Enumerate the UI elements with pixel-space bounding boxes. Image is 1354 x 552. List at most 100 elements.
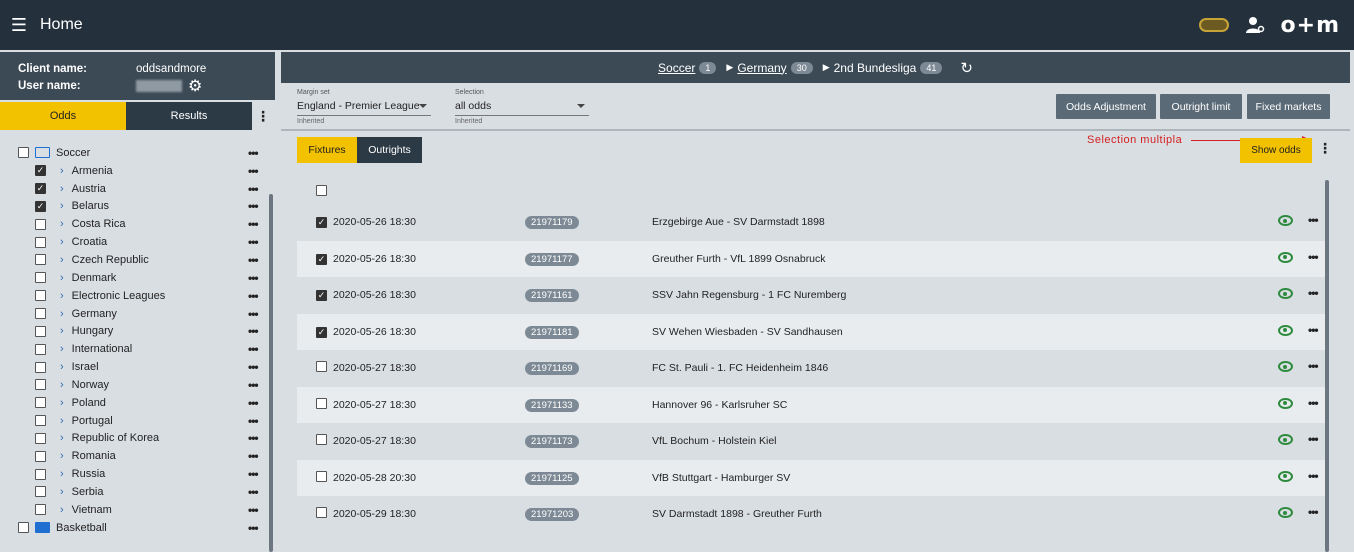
more-icon[interactable]: ••• — [248, 431, 259, 445]
more-icon[interactable]: ••• — [1308, 250, 1319, 264]
table-row[interactable]: ✓ 2020-05-26 18:30 21971181 SV Wehen Wiesba… — [297, 313, 1327, 350]
tree-checkbox[interactable] — [35, 379, 46, 391]
row-checkbox[interactable] — [316, 397, 327, 409]
more-icon[interactable]: ••• — [1308, 469, 1319, 483]
row-checkbox[interactable]: ✓ — [316, 253, 327, 265]
tree-checkbox[interactable] — [18, 522, 29, 534]
more-icon[interactable]: ••• — [248, 235, 259, 249]
more-icon[interactable]: ••• — [1308, 505, 1319, 519]
tree-item[interactable]: ✓ › Armenia ••• — [0, 162, 275, 180]
eye-icon[interactable] — [1278, 288, 1293, 299]
vertical-dots-icon[interactable]: ⋮ — [1318, 140, 1332, 157]
chevron-right-icon[interactable]: › — [60, 504, 64, 516]
chevron-right-icon[interactable]: › — [60, 218, 64, 230]
chevron-right-icon[interactable]: › — [60, 254, 64, 266]
tree-item[interactable]: › Norway ••• — [0, 376, 275, 394]
chevron-right-icon[interactable]: › — [60, 236, 64, 248]
tree-item[interactable]: ✓ › Austria ••• — [0, 180, 275, 198]
tree-checkbox[interactable] — [35, 432, 46, 444]
tree-root[interactable]: Basketball ••• — [0, 519, 275, 537]
tree-item[interactable]: ✓ › Belarus ••• — [0, 198, 275, 216]
outright-limit-button[interactable]: Outright limit — [1160, 94, 1242, 119]
table-row[interactable]: 2020-05-27 18:30 21971133 Hannover 96 - Ka… — [297, 386, 1327, 423]
row-checkbox[interactable] — [316, 434, 327, 446]
margin-set-select[interactable]: Margin set England - Premier League Inhe… — [297, 89, 431, 125]
chevron-right-icon[interactable]: › — [60, 272, 64, 284]
table-row[interactable]: 2020-05-27 18:30 21971173 VfL Bochum - Hol… — [297, 423, 1327, 460]
tree-item[interactable]: › Croatia ••• — [0, 233, 275, 251]
tree-item[interactable]: › Republic of Korea ••• — [0, 430, 275, 448]
chevron-right-icon[interactable]: › — [60, 308, 64, 320]
chevron-right-icon[interactable]: › — [60, 432, 64, 444]
selection-value[interactable]: all odds — [455, 96, 589, 116]
more-icon[interactable]: ••• — [248, 378, 259, 392]
more-icon[interactable]: ••• — [248, 467, 259, 481]
tab-fixtures[interactable]: Fixtures — [297, 137, 357, 163]
main-scrollbar[interactable] — [1325, 180, 1329, 552]
refresh-icon[interactable]: ↻ — [960, 59, 973, 77]
chevron-right-icon[interactable]: › — [60, 165, 64, 177]
tree-item[interactable]: › Electronic Leagues ••• — [0, 287, 275, 305]
table-row[interactable]: 2020-05-29 18:30 21971203 SV Darmstadt 189… — [297, 496, 1327, 533]
chevron-right-icon[interactable]: › — [60, 200, 64, 212]
tree-checkbox[interactable] — [35, 236, 46, 248]
chevron-right-icon[interactable]: › — [60, 361, 64, 373]
tree-checkbox[interactable] — [35, 415, 46, 427]
tree-item[interactable]: › Czech Republic ••• — [0, 251, 275, 269]
odds-adjustment-button[interactable]: Odds Adjustment — [1056, 94, 1156, 119]
more-icon[interactable]: ••• — [248, 449, 259, 463]
more-icon[interactable]: ••• — [248, 289, 259, 303]
eye-icon[interactable] — [1278, 324, 1293, 336]
theme-toggle[interactable] — [1198, 18, 1229, 32]
more-icon[interactable]: ••• — [248, 521, 259, 535]
selection-select[interactable]: Selection all odds Inherited — [455, 89, 589, 125]
breadcrumb-sport[interactable]: Soccer — [658, 61, 695, 75]
chevron-right-icon[interactable]: › — [60, 183, 64, 195]
margin-set-value[interactable]: England - Premier League — [297, 96, 431, 116]
table-row[interactable]: ✓ 2020-05-26 18:30 21971179 Erzgebirge Aue … — [297, 204, 1327, 241]
gear-icon[interactable]: ⚙ — [188, 76, 202, 96]
tree-item[interactable]: › Vietnam ••• — [0, 501, 275, 519]
tree-checkbox[interactable]: ✓ — [35, 200, 46, 212]
tree-item[interactable]: › Denmark ••• — [0, 269, 275, 287]
left-scrollbar[interactable] — [269, 194, 273, 552]
tree-checkbox[interactable] — [35, 504, 46, 516]
eye-icon[interactable] — [1278, 361, 1293, 372]
tree-checkbox[interactable] — [35, 450, 46, 462]
more-icon[interactable]: ••• — [248, 271, 259, 285]
row-checkbox[interactable]: ✓ — [316, 290, 327, 302]
user-settings-icon[interactable] — [1245, 16, 1265, 34]
tree-checkbox[interactable] — [35, 343, 46, 355]
tree-checkbox[interactable]: ✓ — [35, 165, 46, 177]
tree-checkbox[interactable] — [35, 397, 46, 409]
eye-icon[interactable] — [1278, 434, 1293, 445]
fixed-markets-button[interactable]: Fixed markets — [1247, 94, 1330, 119]
more-icon[interactable]: ••• — [248, 199, 259, 213]
more-icon[interactable]: ••• — [248, 164, 259, 178]
more-icon[interactable]: ••• — [248, 217, 259, 231]
chevron-right-icon[interactable]: › — [60, 468, 64, 480]
tree-item[interactable]: › Costa Rica ••• — [0, 215, 275, 233]
tree-checkbox[interactable] — [35, 486, 46, 498]
tree-checkbox[interactable] — [35, 325, 46, 337]
chevron-right-icon[interactable]: › — [60, 379, 64, 391]
more-icon[interactable]: ••• — [1308, 213, 1319, 227]
tree-checkbox[interactable]: ✓ — [35, 183, 46, 195]
row-checkbox[interactable]: ✓ — [316, 217, 327, 229]
tree-checkbox[interactable] — [35, 290, 46, 302]
more-icon[interactable]: ••• — [1308, 286, 1319, 300]
tree-root[interactable]: Soccer ••• — [0, 144, 275, 162]
more-icon[interactable]: ••• — [248, 396, 259, 410]
more-icon[interactable]: ••• — [248, 324, 259, 338]
more-icon[interactable]: ••• — [1308, 323, 1319, 337]
tree-item[interactable]: › Portugal ••• — [0, 412, 275, 430]
tab-results[interactable]: Results — [126, 102, 252, 130]
more-icon[interactable]: ••• — [248, 307, 259, 321]
tab-outrights[interactable]: Outrights — [357, 137, 422, 163]
row-checkbox[interactable]: ✓ — [316, 326, 327, 338]
more-icon[interactable]: ••• — [248, 414, 259, 428]
vertical-dots-icon[interactable]: ⋮ — [252, 102, 274, 130]
select-all-checkbox[interactable] — [316, 184, 327, 196]
chevron-right-icon[interactable]: › — [60, 450, 64, 462]
chevron-right-icon[interactable]: › — [60, 290, 64, 302]
